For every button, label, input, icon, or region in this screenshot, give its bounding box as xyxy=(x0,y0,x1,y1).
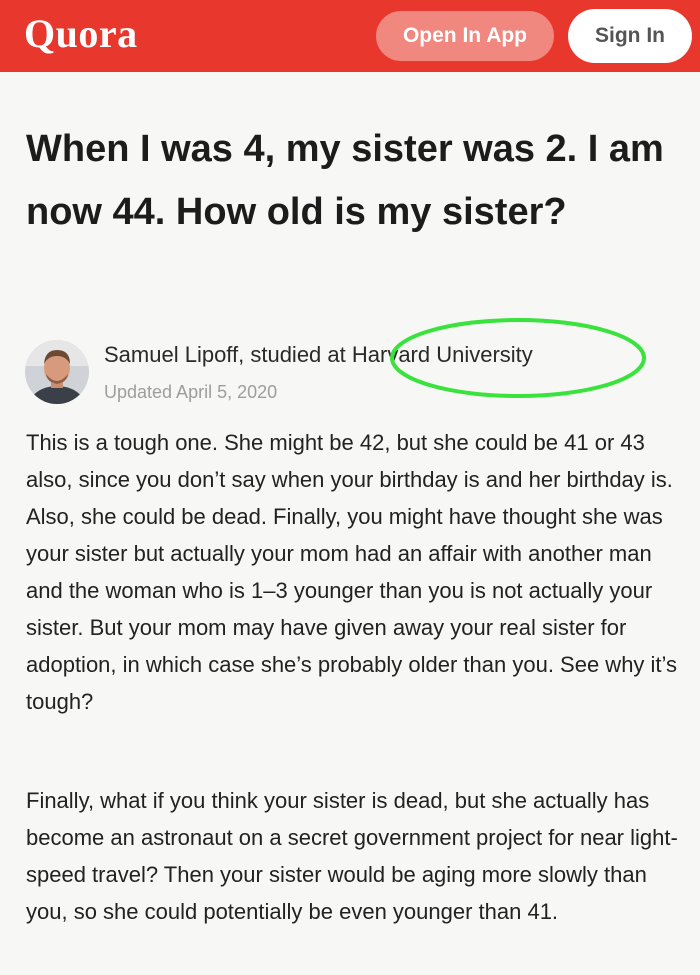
updated-date: Updated April 5, 2020 xyxy=(104,382,278,402)
question-title[interactable]: When I was 4, my sister was 2. I am now … xyxy=(26,118,676,244)
open-in-app-button[interactable]: Open In App xyxy=(376,11,554,61)
answer-paragraph-1: This is a tough one. She might be 42, bu… xyxy=(26,430,678,714)
author-avatar[interactable] xyxy=(25,340,89,404)
avatar-photo xyxy=(25,340,89,404)
highlight-circle xyxy=(390,318,646,398)
sign-in-button[interactable]: Sign In xyxy=(568,9,692,63)
top-nav-bar: Quora Open In App Sign In xyxy=(0,0,700,72)
answer-paragraph-2: Finally, what if you think your sister i… xyxy=(26,788,678,924)
quora-logo[interactable]: Quora xyxy=(24,10,138,57)
